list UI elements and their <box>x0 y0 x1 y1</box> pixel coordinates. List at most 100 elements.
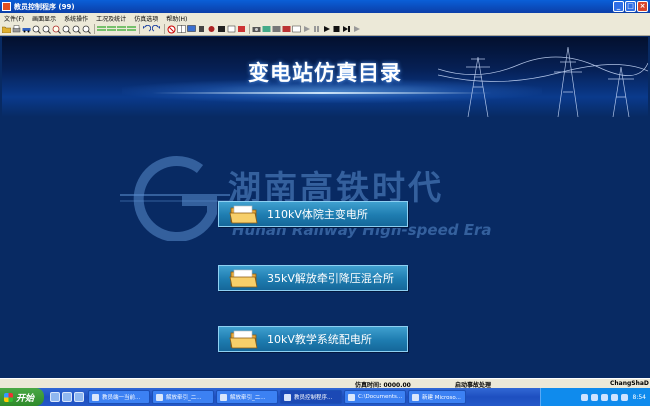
open-icon[interactable] <box>2 25 11 34</box>
align-2-icon[interactable] <box>107 25 116 34</box>
location-label: ChangShaD <box>610 380 649 387</box>
snapshot-icon[interactable] <box>272 25 281 34</box>
car-icon[interactable] <box>22 25 31 34</box>
window-controls: _ □ × <box>613 1 648 12</box>
menu-display[interactable]: 画面显示 <box>28 14 60 23</box>
nav-button-35kv-label: 35kV解放牵引降压混合所 <box>267 272 394 285</box>
taskbar-item[interactable]: 解放牵引_二... <box>152 390 214 404</box>
window-icon <box>284 393 291 401</box>
nav-button-110kv-label: 110kV体院主变电所 <box>267 208 368 221</box>
tool-a-icon[interactable] <box>197 25 206 34</box>
taskbar-item-active[interactable]: 教员控制程序... <box>280 390 342 404</box>
menu-system-ops[interactable]: 系统操作 <box>60 14 92 23</box>
nav-button-10kv[interactable]: 10kV教学系统配电所 <box>218 326 408 352</box>
cancel-icon[interactable] <box>167 25 176 34</box>
window-icon <box>156 393 163 401</box>
taskbar-item[interactable]: C:\Documents... <box>344 390 406 404</box>
tool-d-icon[interactable] <box>227 25 236 34</box>
minimize-button[interactable]: _ <box>613 1 624 12</box>
tool-e-icon[interactable] <box>237 25 246 34</box>
redo-icon[interactable] <box>152 25 161 34</box>
nav-button-110kv[interactable]: 110kV体院主变电所 <box>218 201 408 227</box>
record-icon[interactable] <box>262 25 271 34</box>
menu-sim-options[interactable]: 仿真选项 <box>130 14 162 23</box>
taskbar: 开始 教员端一当前... 解放牵引_二... 解放牵引_二... 教员控制程序.… <box>0 388 650 406</box>
word-icon <box>412 393 419 401</box>
maximize-button[interactable]: □ <box>625 1 636 12</box>
zoom-window-icon[interactable] <box>62 25 71 34</box>
taskbar-item-label: 教员控制程序... <box>294 395 333 401</box>
print-icon[interactable] <box>12 25 21 34</box>
align-icon[interactable] <box>97 25 106 34</box>
tray-network-icon[interactable] <box>580 393 588 401</box>
system-tray: 8:54 <box>540 388 650 406</box>
quicklaunch-media-icon[interactable] <box>74 392 84 402</box>
taskbar-item[interactable]: 教员端一当前... <box>88 390 150 404</box>
toolbar-separator <box>94 24 95 34</box>
quick-launch <box>50 392 84 402</box>
taskbar-item[interactable]: 新建 Microso... <box>408 390 466 404</box>
align-4-icon[interactable] <box>127 25 136 34</box>
taskbar-item-label: 新建 Microso... <box>422 395 461 401</box>
windows-logo-icon <box>4 392 13 402</box>
camera-icon[interactable] <box>252 25 261 34</box>
start-button[interactable]: 开始 <box>0 388 44 406</box>
play-icon[interactable] <box>322 25 331 34</box>
toolbar <box>0 23 650 36</box>
tray-app-icon[interactable] <box>610 393 618 401</box>
folder-icon <box>229 330 258 349</box>
taskbar-item-label: 解放牵引_二... <box>230 395 266 401</box>
run-icon[interactable] <box>302 25 311 34</box>
app-icon <box>2 2 11 11</box>
grid-icon[interactable] <box>177 25 186 34</box>
tool-c-icon[interactable] <box>217 25 226 34</box>
quicklaunch-ie-icon[interactable] <box>62 392 72 402</box>
nav-button-35kv[interactable]: 35kV解放牵引降压混合所 <box>218 265 408 291</box>
company-watermark: 湖南高铁时代 Hunan Railway High-speed Era <box>120 155 520 245</box>
window-title: 教员控制程序 (99) <box>14 2 75 11</box>
taskbar-item-label: 教员端一当前... <box>102 395 141 401</box>
menu-conditions-stats[interactable]: 工况及统计 <box>92 14 130 23</box>
zoom-fit-icon[interactable] <box>52 25 61 34</box>
align-3-icon[interactable] <box>117 25 126 34</box>
nav-button-10kv-label: 10kV教学系统配电所 <box>267 333 372 346</box>
start-label: 开始 <box>16 393 35 404</box>
title-banner: 变电站仿真目录 <box>2 37 648 117</box>
toolbar-separator <box>164 24 165 34</box>
window-titlebar: 教员控制程序 (99) _ □ × <box>0 0 650 13</box>
main-canvas: 变电站仿真目录 湖南高铁时代 Hunan Railway High-speed … <box>2 37 648 378</box>
list-icon[interactable] <box>292 25 301 34</box>
quicklaunch-desktop-icon[interactable] <box>50 392 60 402</box>
tray-ime-icon[interactable] <box>600 393 608 401</box>
stop-icon[interactable] <box>332 25 341 34</box>
taskbar-item[interactable]: 解放牵引_二... <box>216 390 278 404</box>
undo-icon[interactable] <box>142 25 151 34</box>
company-logo-image <box>120 156 230 241</box>
zoom-prev-icon[interactable] <box>72 25 81 34</box>
folder-icon <box>229 269 258 288</box>
taskbar-item-label: C:\Documents... <box>358 394 403 400</box>
window-icon <box>92 393 99 401</box>
pause-icon[interactable] <box>312 25 321 34</box>
menu-help[interactable]: 帮助(H) <box>162 14 191 23</box>
tray-security-icon[interactable] <box>620 393 628 401</box>
tool-b-icon[interactable] <box>207 25 216 34</box>
close-button[interactable]: × <box>637 1 648 12</box>
zoom-all-icon[interactable] <box>82 25 91 34</box>
page-title: 变电站仿真目录 <box>248 61 402 85</box>
replay-icon[interactable] <box>282 25 291 34</box>
tray-clock[interactable]: 8:54 <box>633 394 646 401</box>
window-icon <box>220 393 227 401</box>
step-icon[interactable] <box>342 25 351 34</box>
menu-file[interactable]: 文件(F) <box>0 14 28 23</box>
forward-icon[interactable] <box>352 25 361 34</box>
folder-icon <box>348 393 355 401</box>
display-icon[interactable] <box>187 25 196 34</box>
taskbar-item-label: 解放牵引_二... <box>166 395 202 401</box>
tray-volume-icon[interactable] <box>590 393 598 401</box>
zoom-in-icon[interactable] <box>32 25 41 34</box>
toolbar-separator <box>249 24 250 34</box>
folder-icon <box>229 205 258 224</box>
zoom-out-icon[interactable] <box>42 25 51 34</box>
toolbar-separator <box>139 24 140 34</box>
